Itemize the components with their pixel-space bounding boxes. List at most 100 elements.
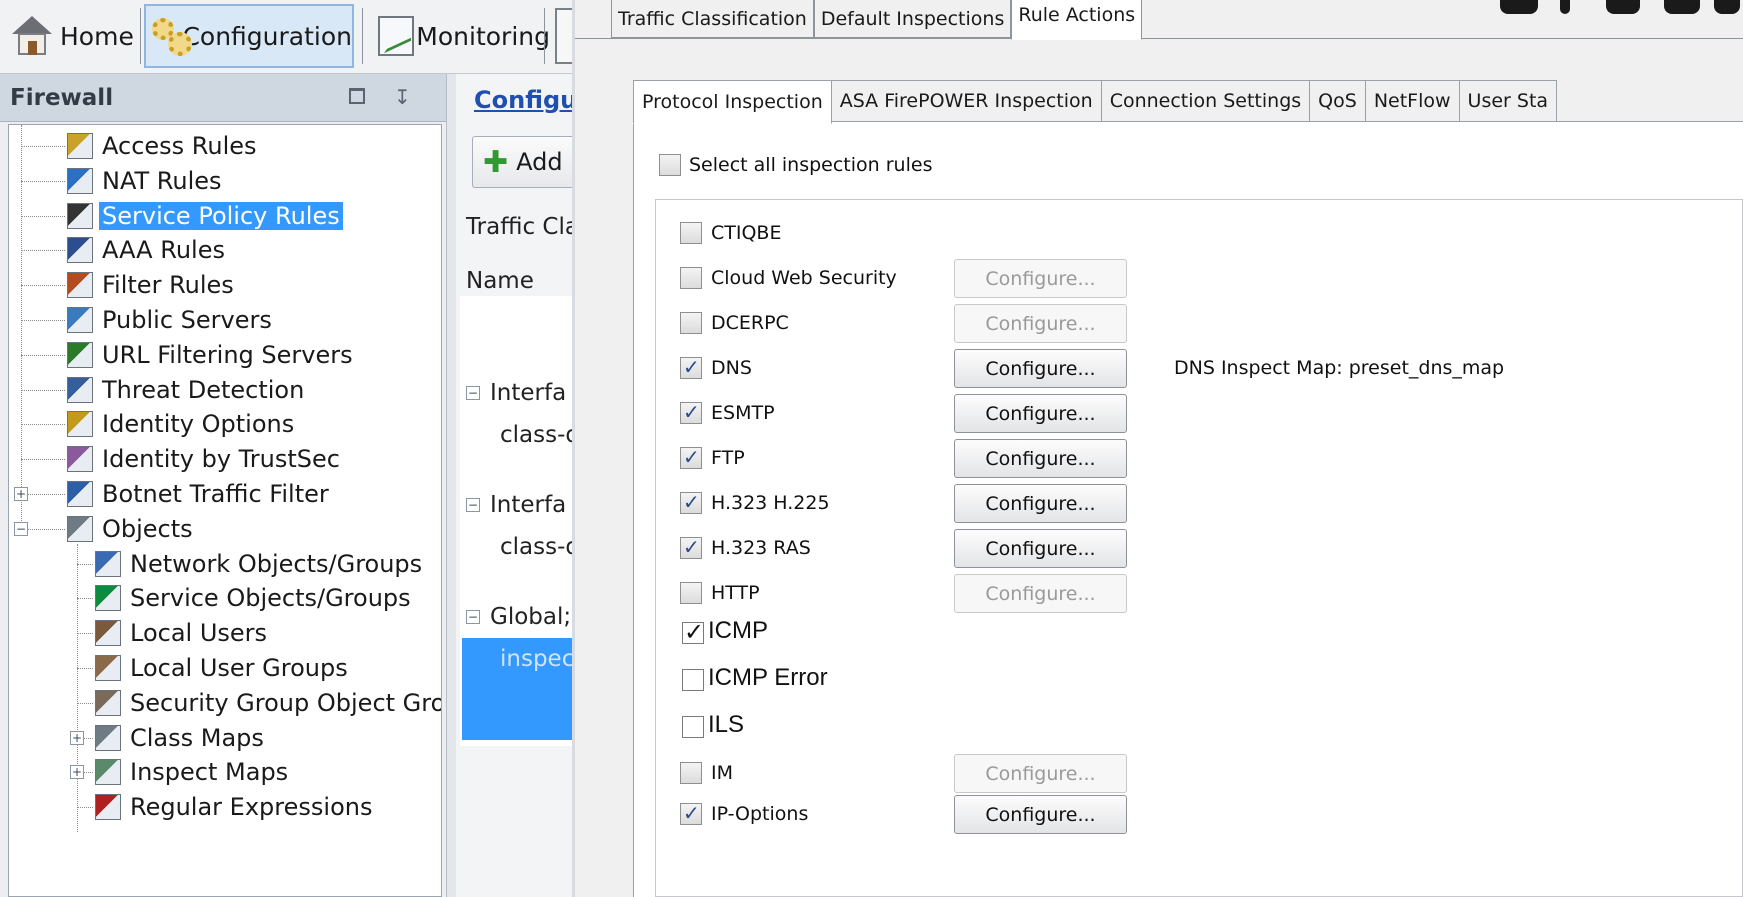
rule-label: H.323 RAS [711, 537, 811, 559]
monitoring-button[interactable]: Monitoring [370, 4, 550, 68]
tab-qos[interactable]: QoS [1310, 80, 1366, 122]
configure-button[interactable]: Configure... [954, 529, 1127, 568]
tab-netflow[interactable]: NetFlow [1365, 80, 1460, 122]
expand-icon[interactable]: + [14, 487, 28, 501]
tab-default-inspections[interactable]: Default Inspections [813, 0, 1012, 38]
tab-traffic-classification[interactable]: Traffic Classification [611, 0, 814, 38]
rule-checkbox[interactable] [680, 400, 702, 424]
tree-item[interactable]: Botnet Traffic Filter [67, 477, 332, 511]
tab-user-sta[interactable]: User Sta [1459, 80, 1558, 122]
group-row[interactable]: Global; [490, 604, 571, 630]
home-icon [10, 14, 54, 58]
tab-asa-firepower-inspection[interactable]: ASA FirePOWER Inspection [831, 80, 1102, 122]
configure-button[interactable]: Configure... [954, 394, 1127, 433]
tree-item[interactable]: Threat Detection [67, 373, 307, 407]
tree-item[interactable]: Local User Groups [95, 651, 351, 685]
save-icon[interactable] [555, 8, 572, 64]
rule-checkbox[interactable] [680, 222, 702, 244]
rule-checkbox[interactable] [680, 535, 702, 559]
network-objects-icon [95, 550, 121, 577]
configure-button[interactable]: Configure... [954, 439, 1127, 478]
group-row[interactable]: Interfa [490, 492, 566, 518]
configuration-label: Configuration [182, 21, 352, 51]
tree-item[interactable]: Network Objects/Groups [95, 547, 425, 581]
filter-rules-icon [67, 272, 93, 299]
table-row[interactable]: class-d [500, 422, 572, 448]
configuration-button[interactable]: Configuration [144, 4, 354, 68]
tree-item-label: AAA Rules [102, 236, 225, 265]
tree-item[interactable]: URL Filtering Servers [67, 338, 356, 372]
configure-button[interactable]: Configure... [954, 349, 1127, 388]
rule-checkbox[interactable] [680, 312, 702, 334]
tree-item[interactable]: Service Policy Rules [67, 199, 343, 233]
tree-item[interactable]: Identity Options [67, 407, 297, 441]
tree-item[interactable]: Access Rules [67, 129, 260, 163]
group-row[interactable]: Interfa [490, 380, 566, 406]
rule-checkbox[interactable] [682, 618, 704, 646]
public-servers-icon [67, 307, 93, 333]
configure-button: Configure... [954, 259, 1127, 298]
tab-rule-actions[interactable]: Rule Actions [1011, 0, 1143, 40]
tree-item[interactable]: Security Group Object Group [95, 686, 441, 720]
rule-checkbox[interactable] [680, 490, 702, 514]
tree-item[interactable]: Public Servers [67, 303, 275, 337]
tree-item[interactable]: Service Objects/Groups [95, 581, 414, 615]
tree-item[interactable]: Objects [67, 512, 196, 546]
collapse-icon[interactable]: − [14, 521, 28, 536]
access-rules-icon [67, 133, 93, 159]
configure-button[interactable]: Configure... [954, 795, 1127, 834]
collapse-icon[interactable]: − [466, 386, 480, 400]
rule-label: DCERPC [711, 312, 789, 334]
tree-item[interactable]: NAT Rules [67, 164, 225, 198]
rule-checkbox[interactable] [680, 582, 702, 604]
select-all-checkbox[interactable] [659, 154, 681, 176]
tree-item-label: Service Objects/Groups [130, 584, 411, 613]
home-button[interactable]: Home [6, 4, 136, 68]
service-objects-icon [95, 585, 121, 612]
collapse-icon[interactable]: − [466, 498, 480, 512]
tree-item[interactable]: AAA Rules [67, 233, 228, 267]
section-label: Traffic Cla [466, 214, 572, 240]
tree-item-label: Local Users [130, 619, 268, 648]
url-filtering-icon [67, 341, 93, 368]
tree-item[interactable]: Inspect Maps [95, 755, 291, 789]
add-button[interactable]: ✚ Add [472, 136, 572, 188]
main-toolbar: Home Configuration Monitoring [0, 0, 572, 74]
firewall-panel-header: Firewall ↧ [0, 74, 446, 122]
rule-checkbox[interactable] [680, 355, 702, 379]
regex-icon [95, 794, 121, 821]
rule-checkbox[interactable] [680, 267, 702, 289]
tree-item-label: Identity Options [102, 410, 295, 439]
tree-item[interactable]: Class Maps [95, 721, 267, 755]
rule-label: IP-Options [711, 803, 809, 825]
rule-checkbox[interactable] [680, 801, 702, 825]
tree-item-label: Local User Groups [130, 654, 348, 682]
tree-item-label: Filter Rules [102, 271, 234, 300]
rule-checkbox[interactable] [680, 445, 702, 469]
tree-item[interactable]: Regular Expressions [95, 790, 375, 824]
table-row[interactable]: inspec [500, 646, 572, 672]
collapse-icon[interactable]: − [466, 610, 480, 624]
pin-icon[interactable]: ↧ [394, 86, 411, 108]
rule-checkbox[interactable] [680, 762, 702, 784]
tree-item-label: Access Rules [102, 132, 257, 160]
restore-icon[interactable] [349, 88, 365, 104]
expand-icon[interactable]: + [70, 730, 84, 745]
breadcrumb[interactable]: Configu [474, 86, 572, 114]
rule-checkbox[interactable] [682, 669, 704, 691]
local-users-icon [95, 620, 121, 647]
column-header-name[interactable]: Name [466, 268, 534, 294]
expand-icon[interactable]: + [70, 765, 84, 780]
tab-connection-settings[interactable]: Connection Settings [1101, 80, 1311, 122]
tree-item[interactable]: Filter Rules [67, 268, 237, 302]
configure-button[interactable]: Configure... [954, 484, 1127, 523]
tree-item[interactable]: Identity by TrustSec [67, 442, 343, 476]
tab-protocol-inspection[interactable]: Protocol Inspection [633, 80, 832, 124]
tree-item[interactable]: Local Users [95, 616, 270, 650]
aaa-rules-icon [67, 237, 93, 264]
rule-checkbox[interactable] [682, 716, 704, 738]
plus-icon: ✚ [483, 144, 509, 180]
table-row[interactable]: class-d [500, 534, 572, 560]
tree-item-label: Objects [102, 514, 193, 543]
splitter[interactable] [446, 74, 456, 897]
